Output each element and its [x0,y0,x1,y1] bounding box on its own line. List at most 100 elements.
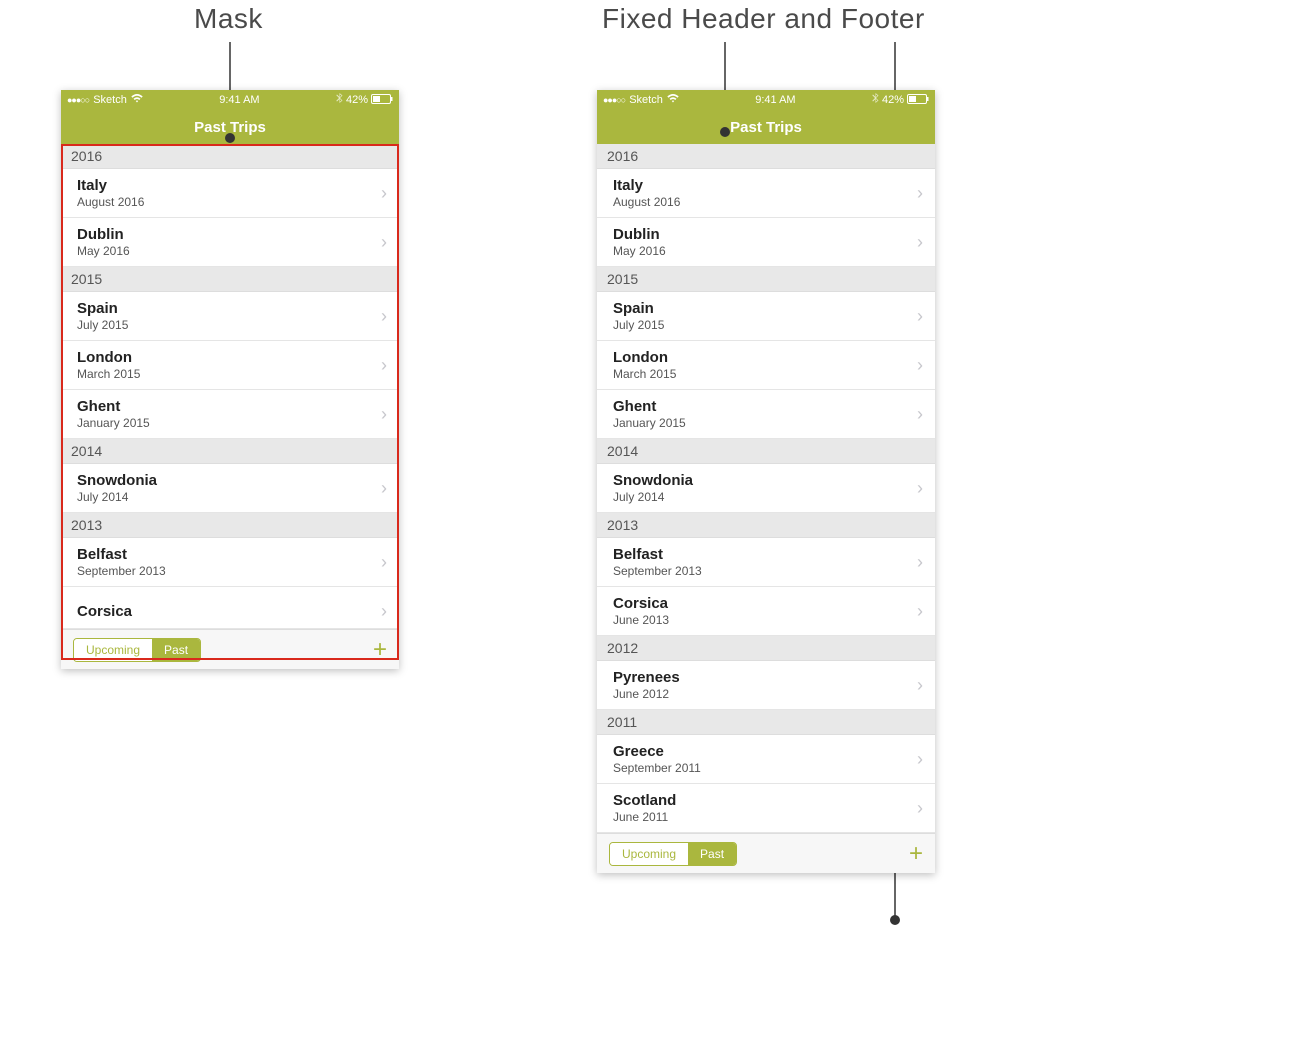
chevron-right-icon: › [917,552,923,573]
chevron-right-icon: › [917,404,923,425]
pointer-dot-mask [225,133,235,143]
list-item[interactable]: ScotlandJune 2011› [597,784,935,833]
list-item[interactable]: GreeceSeptember 2011› [597,735,935,784]
segment-control: Upcoming Past [609,842,737,866]
trip-title: Snowdonia [77,472,157,489]
list-item[interactable]: SnowdoniaJuly 2014› [597,464,935,513]
list-item[interactable]: DublinMay 2016› [61,218,399,267]
chevron-right-icon: › [917,232,923,253]
carrier-name: Sketch [93,94,127,106]
trip-title: Pyrenees [613,669,680,686]
fixed-label: Fixed Header and Footer [602,3,925,35]
trip-subtitle: September 2013 [77,564,166,578]
chevron-right-icon: › [917,355,923,376]
phone-fixed: ●●●○○ Sketch 9:41 AM 42% Past Trips 2016… [597,90,935,873]
status-bar: ●●●○○ Sketch 9:41 AM 42% [61,90,399,110]
trip-title: Spain [613,300,664,317]
trip-title: Ghent [613,398,686,415]
segment-upcoming[interactable]: Upcoming [74,639,152,661]
segment-past[interactable]: Past [688,843,736,865]
list-item[interactable]: ItalyAugust 2016› [597,169,935,218]
list-item[interactable]: Corsica › [61,587,399,629]
signal-dots-icon: ●●●○○ [67,95,89,105]
chevron-right-icon: › [381,232,387,253]
trip-subtitle: July 2015 [77,318,128,332]
status-time: 9:41 AM [755,94,795,106]
trips-list[interactable]: 2016ItalyAugust 2016›DublinMay 2016›2015… [61,144,399,629]
status-time: 9:41 AM [219,94,259,106]
phone-mask: ●●●○○ Sketch 9:41 AM 42% Past Trips 2016… [61,90,399,669]
trips-list[interactable]: 2016ItalyAugust 2016› DublinMay 2016 › 2015… [597,144,935,833]
list-item[interactable]: BelfastSeptember 2013 › [61,538,399,587]
chevron-right-icon: › [381,355,387,376]
list-item[interactable]: SpainJuly 2015 › [61,292,399,341]
trip-title: Corsica [613,595,669,612]
nav-title: Past Trips [597,110,935,144]
segment-past[interactable]: Past [152,639,200,661]
plus-icon: + [909,840,923,867]
trip-subtitle: September 2013 [613,564,702,578]
list-item[interactable]: BelfastSeptember 2013› [597,538,935,587]
trip-title: Belfast [77,546,166,563]
year-section-header: 2015 [61,267,399,292]
trip-title: Greece [613,743,701,760]
list-item[interactable]: GhentJanuary 2015› [61,390,399,439]
battery-percent: 42% [882,94,904,106]
trip-subtitle: September 2011 [613,761,701,775]
year-section-header: 2015 [597,267,935,292]
trip-subtitle: June 2013 [613,613,669,627]
battery-percent: 42% [346,94,368,106]
trip-title: Dublin [77,226,130,243]
trip-subtitle: March 2015 [613,367,676,381]
chevron-right-icon: › [917,478,923,499]
trip-title: Scotland [613,792,676,809]
trip-title: Italy [613,177,680,194]
list-item[interactable]: LondonMarch 2015› [597,341,935,390]
chevron-right-icon: › [381,478,387,499]
trip-subtitle: June 2012 [613,687,680,701]
list-item[interactable]: CorsicaJune 2013› [597,587,935,636]
chevron-right-icon: › [381,306,387,327]
list-item[interactable]: PyreneesJune 2012 › [597,661,935,710]
year-section-header: 2016 [61,144,399,169]
list-item[interactable]: LondonMarch 2015 › [61,341,399,390]
segment-control: Upcoming Past [73,638,201,662]
year-section-header: 2013 [61,513,399,538]
trip-title: Dublin [613,226,666,243]
trip-title: Ghent [77,398,150,415]
year-section-header: 2016 [597,144,935,169]
trip-title: Snowdonia [613,472,693,489]
trip-subtitle: January 2015 [613,416,686,430]
trip-title: Spain [77,300,128,317]
trip-subtitle: May 2016 [613,244,666,258]
pointer-dot-footer [890,915,900,925]
plus-icon: + [373,636,387,663]
chevron-right-icon: › [381,601,387,622]
bluetooth-icon [336,93,343,107]
year-section-header: 2014 [61,439,399,464]
trip-title: Italy [77,177,144,194]
chevron-right-icon: › [917,675,923,696]
add-button[interactable]: + [909,840,923,868]
trip-subtitle: March 2015 [77,367,140,381]
year-section-header: 2013 [597,513,935,538]
chevron-right-icon: › [381,552,387,573]
list-item[interactable]: GhentJanuary 2015 › [597,390,935,439]
bluetooth-icon [872,93,879,107]
chevron-right-icon: › [917,306,923,327]
list-item[interactable]: DublinMay 2016 › [597,218,935,267]
list-item[interactable]: SnowdoniaJuly 2014 › [61,464,399,513]
pointer-dot-header [720,127,730,137]
add-button[interactable]: + [373,636,387,664]
signal-dots-icon: ●●●○○ [603,95,625,105]
year-section-header: 2011 [597,710,935,735]
trip-title: London [77,349,140,366]
list-item[interactable]: ItalyAugust 2016› [61,169,399,218]
carrier-name: Sketch [629,94,663,106]
trip-title: Corsica [77,603,132,620]
mask-label: Mask [194,3,263,35]
segment-upcoming[interactable]: Upcoming [610,843,688,865]
trip-subtitle: July 2015 [613,318,664,332]
trip-subtitle: July 2014 [77,490,157,504]
list-item[interactable]: SpainJuly 2015 › [597,292,935,341]
